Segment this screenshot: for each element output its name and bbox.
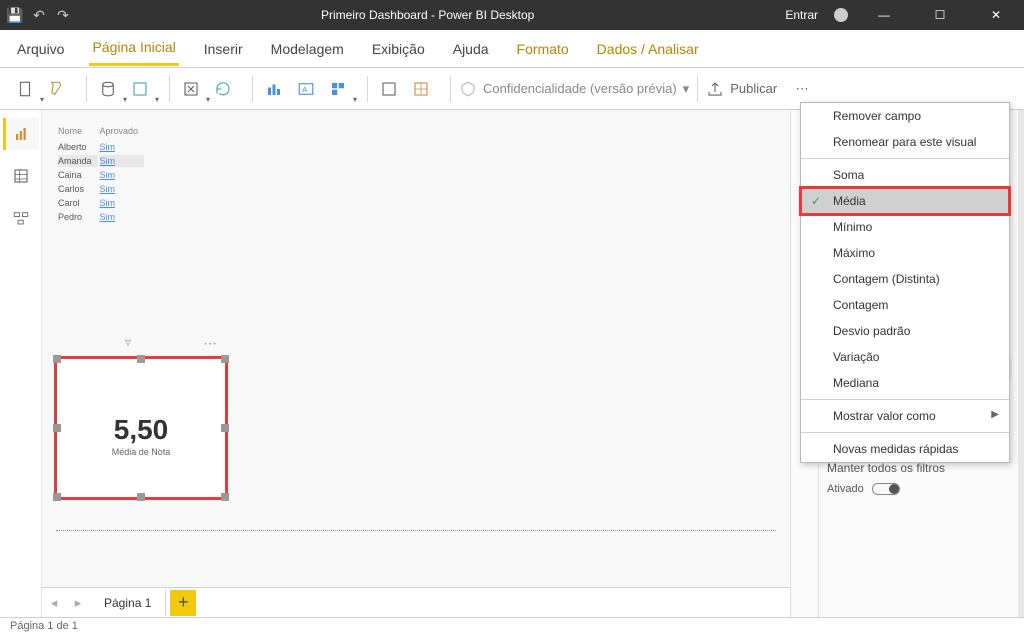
ribbon-tabs: Arquivo Página Inicial Inserir Modelagem… [0,30,1024,68]
minimize-icon[interactable]: — [864,0,904,30]
ctx-media[interactable]: ✓Média [801,188,1009,214]
text-box-button[interactable]: A [293,76,319,102]
table-row[interactable]: AlbertoSim [58,141,144,153]
card-visual[interactable]: ▿ ⋯ 5,50 Média de Nota [56,358,226,498]
table-row[interactable]: CarlosSim [58,183,144,195]
card-label: Média de Nota [57,447,225,457]
save-icon[interactable]: 💾 [8,8,22,22]
ctx-contagem[interactable]: Contagem [801,292,1009,318]
tab-pagina-inicial[interactable]: Página Inicial [89,31,178,66]
toggle-on-label: Ativado [827,483,864,495]
ctx-minimo[interactable]: Mínimo [801,214,1009,240]
ctx-variacao[interactable]: Variação [801,344,1009,370]
ctx-maximo[interactable]: Máximo [801,240,1009,266]
titlebar: 💾 ↶ ↷ Primeiro Dashboard - Power BI Desk… [0,0,1024,30]
tab-inserir[interactable]: Inserir [201,33,246,65]
overflow-button[interactable]: ⋯ [789,76,815,102]
table-row[interactable]: CainaSim [58,169,144,181]
page-tab-1[interactable]: Página 1 [90,590,166,616]
ctx-mediana[interactable]: Mediana [801,370,1009,396]
report-view-button[interactable] [3,118,39,150]
window-title: Primeiro Dashboard - Power BI Desktop [70,8,785,22]
submenu-arrow-icon: ▶ [991,409,999,420]
tab-arquivo[interactable]: Arquivo [14,33,67,65]
check-icon: ✓ [811,194,821,208]
publish-button[interactable]: Publicar [706,80,777,98]
sensitivity-button[interactable]: Confidencialidade (versão prévia) ▾ [459,80,689,98]
redo-icon[interactable]: ↷ [56,8,70,22]
paste-button[interactable] [12,76,38,102]
tab-dados-analisar[interactable]: Dados / Analisar [594,33,702,65]
tab-formato[interactable]: Formato [514,33,572,65]
next-page-button[interactable]: ▸ [66,595,90,611]
table-row[interactable]: AmandaSim [58,155,144,167]
card-value: 5,50 [57,414,225,446]
resize-handle[interactable] [53,355,61,363]
more-visuals-button[interactable] [325,76,351,102]
new-visual-button[interactable] [261,76,287,102]
signin-button[interactable]: Entrar [785,8,818,22]
resize-handle[interactable] [221,355,229,363]
transform-button[interactable] [178,76,204,102]
table-row[interactable]: CarolSim [58,197,144,209]
ctx-mostrar-valor[interactable]: Mostrar valor como▶ [801,403,1009,429]
table-row[interactable]: PedroSim [58,211,144,223]
model-view-button[interactable] [3,202,39,234]
keep-filters-toggle[interactable] [872,483,900,495]
tab-exibicao[interactable]: Exibição [369,33,428,65]
aggregate-context-menu: Remover campo Renomear para este visual … [800,102,1010,463]
ctx-remover-campo[interactable]: Remover campo [801,103,1009,129]
get-data-button[interactable] [95,76,121,102]
maximize-icon[interactable]: ☐ [920,0,960,30]
statusbar: Página 1 de 1 [0,617,1024,637]
close-icon[interactable]: ✕ [976,0,1016,30]
ctx-contagem-distinta[interactable]: Contagem (Distinta) [801,266,1009,292]
undo-icon[interactable]: ↶ [32,8,46,22]
new-measure-button[interactable] [376,76,402,102]
resize-handle[interactable] [53,493,61,501]
user-avatar-icon[interactable] [834,8,848,22]
page-tabs: ◂ ▸ Página 1 + [42,587,790,617]
quick-measure-button[interactable] [408,76,434,102]
resize-handle[interactable] [137,493,145,501]
page-boundary [56,530,776,531]
resize-handle[interactable] [137,355,145,363]
report-canvas[interactable]: Nome Aprovado AlbertoSimAmandaSimCainaSi… [42,110,790,617]
refresh-button[interactable] [210,76,236,102]
add-page-button[interactable]: + [170,590,196,616]
data-view-button[interactable] [3,160,39,192]
ctx-renomear[interactable]: Renomear para este visual [801,129,1009,155]
ctx-desvio[interactable]: Desvio padrão [801,318,1009,344]
page-status: Página 1 de 1 [10,620,78,632]
tab-ajuda[interactable]: Ajuda [450,33,492,65]
svg-text:A: A [302,85,307,94]
format-painter-button[interactable] [44,76,70,102]
ctx-novas-medidas[interactable]: Novas medidas rápidas [801,436,1009,462]
table-visual[interactable]: Nome Aprovado AlbertoSimAmandaSimCainaSi… [56,124,146,225]
filter-icon[interactable]: ▿ [125,335,131,349]
ctx-soma[interactable]: Soma [801,162,1009,188]
resize-handle[interactable] [221,493,229,501]
excel-button[interactable] [127,76,153,102]
view-switcher [0,110,42,617]
visual-options-icon[interactable]: ⋯ [203,335,219,352]
scrollbar[interactable] [1018,110,1024,617]
prev-page-button[interactable]: ◂ [42,595,66,611]
tab-modelagem[interactable]: Modelagem [268,33,347,65]
